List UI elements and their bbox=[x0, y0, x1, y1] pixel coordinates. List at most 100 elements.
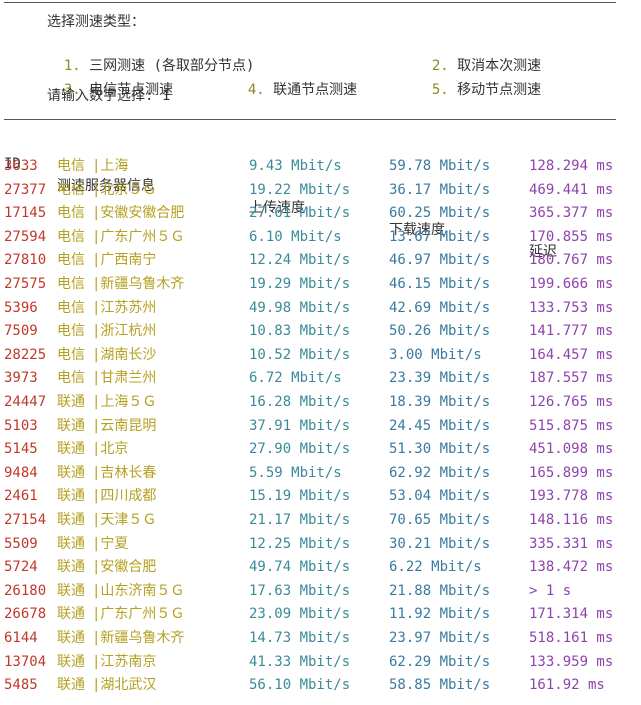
download-speed: 24.45 Mbit/s bbox=[389, 417, 491, 434]
isp-label: 电信 bbox=[57, 228, 85, 245]
isp-label: 联通 bbox=[57, 441, 85, 458]
server-location: |湖北武汉 bbox=[92, 677, 157, 694]
upload-speed: 12.24 Mbit/s bbox=[249, 252, 351, 269]
input-prompt: 请输入数字选择: 1 bbox=[47, 88, 171, 104]
isp-label: 电信 bbox=[57, 205, 85, 222]
download-speed: 23.39 Mbit/s bbox=[389, 370, 491, 387]
upload-speed: 27.61 Mbit/s bbox=[249, 205, 351, 222]
table-header: ID 测速服务器信息 上传速度 下载速度 延迟 bbox=[4, 131, 557, 260]
isp-label: 电信 bbox=[57, 252, 85, 269]
upload-speed: 27.90 Mbit/s bbox=[249, 441, 351, 458]
server-location: |云南昆明 bbox=[92, 417, 157, 434]
menu-option-number: 4. bbox=[247, 82, 265, 98]
menu-option-number: 5. bbox=[431, 82, 449, 98]
download-speed: 62.29 Mbit/s bbox=[389, 653, 491, 670]
download-speed: 58.85 Mbit/s bbox=[389, 677, 491, 694]
download-speed: 59.78 Mbit/s bbox=[389, 158, 491, 174]
latency-value: 128.294 ms bbox=[529, 158, 614, 174]
upload-speed: 19.22 Mbit/s bbox=[249, 181, 351, 198]
menu-option-label: 移动节点测速 bbox=[457, 82, 542, 98]
latency-value: 161.92 ms bbox=[529, 677, 605, 694]
server-location: |江苏南京 bbox=[92, 653, 157, 670]
server-id: 27154 bbox=[4, 512, 47, 528]
upload-speed: 16.28 Mbit/s bbox=[249, 394, 351, 410]
latency-value: 518.161 ms bbox=[529, 630, 614, 646]
download-speed: 30.21 Mbit/s bbox=[389, 535, 491, 552]
server-id: 9484 bbox=[4, 464, 38, 481]
upload-speed: 6.72 Mbit/s bbox=[249, 370, 342, 387]
server-location: |北京５Ｇ bbox=[92, 181, 157, 198]
download-speed: 46.15 Mbit/s bbox=[389, 276, 491, 292]
isp-label: 联通 bbox=[57, 535, 85, 552]
latency-value: 133.959 ms bbox=[529, 653, 614, 670]
upload-speed: 21.17 Mbit/s bbox=[249, 512, 351, 528]
server-id: 27594 bbox=[4, 228, 47, 245]
isp-label: 联通 bbox=[57, 630, 85, 646]
latency-value: 141.777 ms bbox=[529, 323, 614, 340]
server-location: |宁夏 bbox=[92, 535, 129, 552]
server-id: 5396 bbox=[4, 299, 38, 316]
latency-value: 148.116 ms bbox=[529, 512, 614, 528]
download-speed: 21.88 Mbit/s bbox=[389, 582, 491, 599]
server-location: |上海 bbox=[92, 158, 129, 174]
isp-label: 联通 bbox=[57, 464, 85, 481]
upload-speed: 23.09 Mbit/s bbox=[249, 606, 351, 623]
download-speed: 6.22 Mbit/s bbox=[389, 559, 482, 576]
latency-value: 165.899 ms bbox=[529, 464, 614, 481]
server-location: |安徽合肥 bbox=[92, 559, 157, 576]
server-id: 7509 bbox=[4, 323, 38, 340]
upload-speed: 10.52 Mbit/s bbox=[249, 346, 351, 363]
server-location: |北京 bbox=[92, 441, 129, 458]
download-speed: 62.92 Mbit/s bbox=[389, 464, 491, 481]
server-id: 5509 bbox=[4, 535, 38, 552]
upload-speed: 56.10 Mbit/s bbox=[249, 677, 351, 694]
upload-speed: 9.43 Mbit/s bbox=[249, 158, 342, 174]
isp-label: 联通 bbox=[57, 417, 85, 434]
server-location: |甘肃兰州 bbox=[92, 370, 157, 387]
download-speed: 11.92 Mbit/s bbox=[389, 606, 491, 623]
server-id: 5145 bbox=[4, 441, 38, 458]
download-speed: 3.00 Mbit/s bbox=[389, 346, 482, 363]
server-id: 5103 bbox=[4, 417, 38, 434]
latency-value: 126.765 ms bbox=[529, 394, 614, 410]
latency-value: 199.666 ms bbox=[529, 276, 614, 292]
server-id: 5485 bbox=[4, 677, 38, 694]
server-location: |广东广州５Ｇ bbox=[92, 606, 185, 623]
server-id: 5724 bbox=[4, 559, 38, 576]
latency-value: 187.557 ms bbox=[529, 370, 614, 387]
upload-speed: 6.10 Mbit/s bbox=[249, 228, 342, 245]
download-speed: 36.17 Mbit/s bbox=[389, 181, 491, 198]
upload-speed: 19.29 Mbit/s bbox=[249, 276, 351, 292]
server-location: |四川成都 bbox=[92, 488, 157, 505]
latency-value: 193.778 ms bbox=[529, 488, 614, 505]
server-id: 2461 bbox=[4, 488, 38, 505]
isp-label: 联通 bbox=[57, 606, 85, 623]
upload-speed: 12.25 Mbit/s bbox=[249, 535, 351, 552]
latency-value: 451.098 ms bbox=[529, 441, 614, 458]
isp-label: 联通 bbox=[57, 488, 85, 505]
server-id: 6144 bbox=[4, 630, 38, 646]
server-location: |天津５Ｇ bbox=[92, 512, 157, 528]
top-divider bbox=[4, 2, 616, 3]
menu-option-5: 5. 移动节点测速 bbox=[415, 60, 541, 100]
latency-value: 138.472 ms bbox=[529, 559, 614, 576]
upload-speed: 49.74 Mbit/s bbox=[249, 559, 351, 576]
server-location: |广西南宁 bbox=[92, 252, 157, 269]
server-location: |江苏苏州 bbox=[92, 299, 157, 316]
latency-value: 469.441 ms bbox=[529, 181, 614, 198]
server-id: 26678 bbox=[4, 606, 47, 623]
menu-option-label: 联通节点测速 bbox=[273, 82, 358, 98]
upload-speed: 15.19 Mbit/s bbox=[249, 488, 351, 505]
server-id: 27575 bbox=[4, 276, 47, 292]
server-id: 28225 bbox=[4, 346, 47, 363]
upload-speed: 17.63 Mbit/s bbox=[249, 582, 351, 599]
latency-value: 515.875 ms bbox=[529, 417, 614, 434]
download-speed: 53.04 Mbit/s bbox=[389, 488, 491, 505]
server-id: 24447 bbox=[4, 394, 47, 410]
upload-speed: 5.59 Mbit/s bbox=[249, 464, 342, 481]
upload-speed: 10.83 Mbit/s bbox=[249, 323, 351, 340]
server-location: |新疆乌鲁木齐 bbox=[92, 276, 185, 292]
latency-value: 180.767 ms bbox=[529, 252, 614, 269]
latency-value: 164.457 ms bbox=[529, 346, 614, 363]
download-speed: 13.67 Mbit/s bbox=[389, 228, 491, 245]
